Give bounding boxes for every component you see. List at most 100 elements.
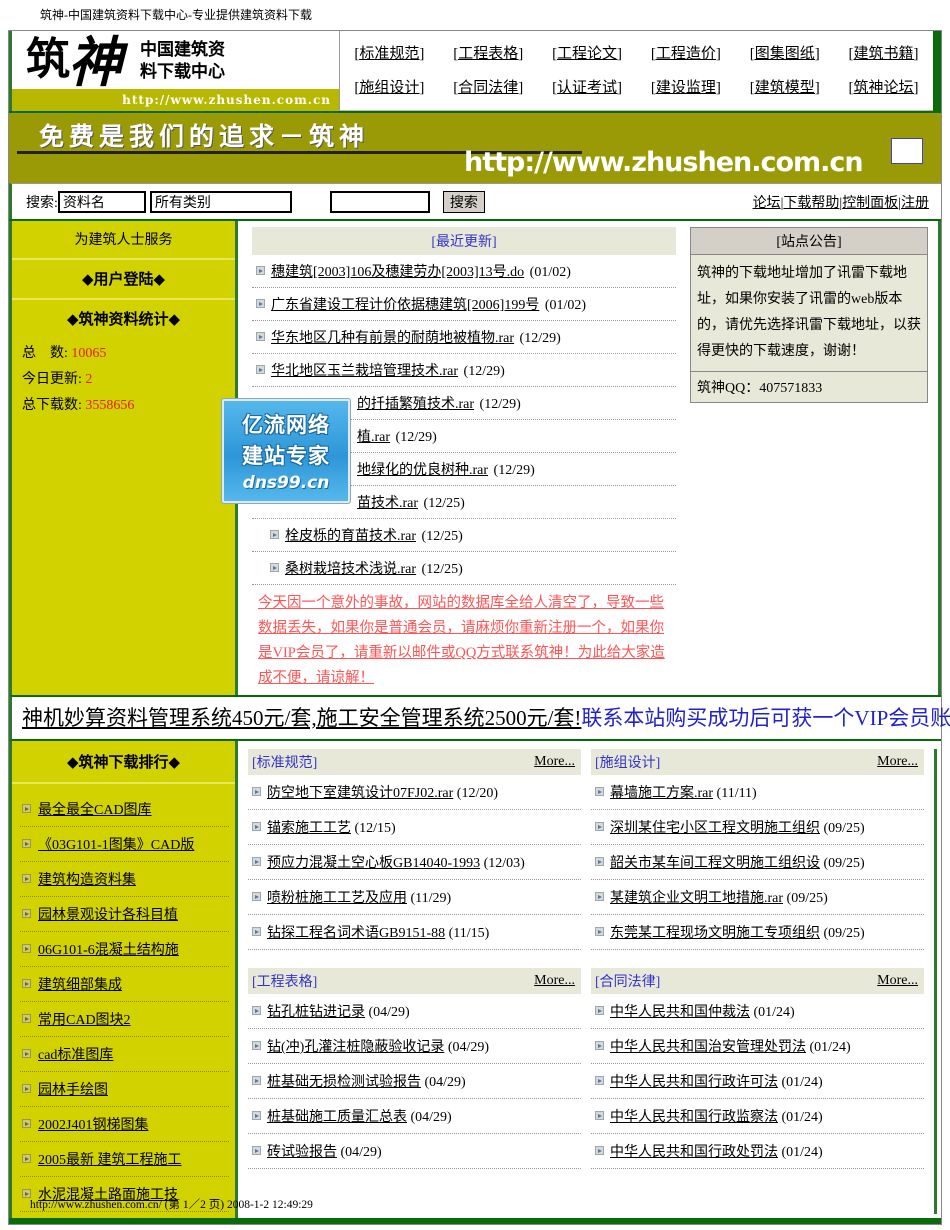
list-item[interactable]: 建筑细部集成	[20, 967, 229, 1002]
table-row[interactable]: 中华人民共和国行政监察法 (01/24)	[591, 1099, 924, 1134]
list-item[interactable]: 2002J401钢梯图集	[20, 1107, 229, 1142]
table-row[interactable]: 中华人民共和国仲裁法 (01/24)	[591, 994, 924, 1029]
nav-link-cost[interactable]: [工程造价]	[636, 42, 735, 63]
list-item[interactable]: 广东省建设工程计价依据穗建筑[2006]199号 (01/02)	[252, 288, 676, 321]
rank-item-link[interactable]: 园林手绘图	[38, 1083, 108, 1098]
floating-ad[interactable]: 亿流网络 建站专家 dns99.cn	[222, 399, 350, 503]
category-item-link[interactable]: 钻孔桩钻进记录	[267, 1005, 365, 1020]
category-item-link[interactable]: 砖试验报告	[267, 1145, 337, 1160]
search-category-input[interactable]	[150, 191, 292, 213]
nav-link-forms[interactable]: [工程表格]	[439, 42, 538, 63]
rank-item-link[interactable]: 06G101-6混凝土结构施	[38, 943, 179, 958]
category-item-link[interactable]: 深圳某住宅小区工程文明施工组织	[610, 821, 820, 836]
recent-item-link[interactable]: 穗建筑[2003]106及穗建劳办[2003]13号.do	[271, 265, 524, 280]
promo-vip-link[interactable]: 联系本站购买成功后可获一个VIP会员账号!	[581, 706, 950, 730]
link-register[interactable]: 注册	[901, 196, 929, 211]
category-item-link[interactable]: 中华人民共和国行政处罚法	[610, 1145, 778, 1160]
link-download-help[interactable]: 下载帮助	[783, 196, 839, 211]
table-row[interactable]: 砖试验报告 (04/29)	[248, 1134, 581, 1169]
category-name[interactable]: [施组设计]	[595, 752, 660, 772]
more-link[interactable]: More...	[877, 754, 918, 769]
more-link[interactable]: More...	[877, 973, 918, 988]
nav-link-papers[interactable]: [工程论文]	[538, 42, 637, 63]
list-item[interactable]: 最全最全CAD图库	[20, 792, 229, 827]
table-row[interactable]: 幕墙施工方案.rar (11/11)	[591, 775, 924, 810]
category-item-link[interactable]: 某建筑企业文明工地措施.rar	[610, 891, 783, 906]
promo-product-link[interactable]: 神机妙算资料管理系统450元/套,施工安全管理系统2500元/套!	[22, 706, 581, 730]
table-row[interactable]: 钻(冲)孔灌注桩隐蔽验收记录 (04/29)	[248, 1029, 581, 1064]
list-item[interactable]: cad标准图库	[20, 1037, 229, 1072]
list-item[interactable]: 06G101-6混凝土结构施	[20, 932, 229, 967]
list-item[interactable]: 常用CAD图块2	[20, 1002, 229, 1037]
category-more[interactable]: More...	[534, 973, 575, 989]
table-row[interactable]: 中华人民共和国治安管理处罚法 (01/24)	[591, 1029, 924, 1064]
list-item[interactable]: 建筑构造资料集	[20, 862, 229, 897]
category-name[interactable]: [标准规范]	[252, 752, 317, 772]
table-row[interactable]: 防空地下室建筑设计07FJ02.rar (12/20)	[248, 775, 581, 810]
promo-text[interactable]: 神机妙算资料管理系统450元/套,施工安全管理系统2500元/套!联系本站购买成…	[12, 702, 941, 732]
category-item-link[interactable]: 桩基础无损检测试验报告	[267, 1075, 421, 1090]
search-query-input[interactable]	[330, 191, 430, 213]
recent-item-link[interactable]: 华东地区几种有前景的耐荫地被植物.rar	[271, 331, 514, 346]
table-row[interactable]: 某建筑企业文明工地措施.rar (09/25)	[591, 880, 924, 915]
link-forum[interactable]: 论坛	[753, 196, 781, 211]
list-item[interactable]: 《03G101-1图集》CAD版	[20, 827, 229, 862]
nav-link-drawings[interactable]: [图集图纸]	[735, 42, 834, 63]
nav-link-standards[interactable]: [标准规范]	[340, 42, 439, 63]
recent-item-link[interactable]: 苗技术.rar	[357, 496, 418, 511]
recent-item-link[interactable]: 广东省建设工程计价依据穗建筑[2006]199号	[271, 298, 539, 313]
recent-item-link[interactable]: 华北地区玉兰栽培管理技术.rar	[271, 364, 458, 379]
list-item[interactable]: 园林手绘图	[20, 1072, 229, 1107]
nav-link-forum[interactable]: [筑神论坛]	[834, 76, 933, 97]
sidebar-login-title[interactable]: ◆用户登陆◆	[12, 260, 235, 300]
category-item-link[interactable]: 韶关市某车间工程文明施工组织设	[610, 856, 820, 871]
table-row[interactable]: 钻孔桩钻进记录 (04/29)	[248, 994, 581, 1029]
category-item-link[interactable]: 中华人民共和国行政许可法	[610, 1075, 778, 1090]
nav-link-construction-design[interactable]: [施组设计]	[340, 76, 439, 97]
search-name-input[interactable]	[58, 191, 146, 213]
nav-link-contract-law[interactable]: [合同法律]	[439, 76, 538, 97]
list-item[interactable]: 栓皮栎的育苗技术.rar (12/25)	[252, 519, 676, 552]
nav-link-certification-exam[interactable]: [认证考试]	[538, 76, 637, 97]
recent-item-link[interactable]: 栓皮栎的育苗技术.rar	[285, 529, 416, 544]
rank-item-link[interactable]: 建筑构造资料集	[38, 873, 136, 888]
category-item-link[interactable]: 钻探工程名词术语GB9151-88	[267, 926, 445, 941]
list-item[interactable]: 穗建筑[2003]106及穗建劳办[2003]13号.do (01/02)	[252, 255, 676, 288]
rank-item-link[interactable]: 最全最全CAD图库	[38, 803, 152, 818]
category-name[interactable]: [合同法律]	[595, 971, 660, 991]
list-item[interactable]: 华东地区几种有前景的耐荫地被植物.rar (12/29)	[252, 321, 676, 354]
table-row[interactable]: 喷粉桩施工工艺及应用 (11/29)	[248, 880, 581, 915]
category-item-link[interactable]: 中华人民共和国行政监察法	[610, 1110, 778, 1125]
recent-item-link[interactable]: 的扦插繁殖技术.rar	[357, 397, 474, 412]
category-item-link[interactable]: 东莞某工程现场文明施工专项组织	[610, 926, 820, 941]
table-row[interactable]: 预应力混凝土空心板GB14040-1993 (12/03)	[248, 845, 581, 880]
category-more[interactable]: More...	[877, 973, 918, 989]
recent-updates-link[interactable]: [最近更新]	[431, 235, 496, 250]
category-item-link[interactable]: 锚索施工工艺	[267, 821, 351, 836]
rank-item-link[interactable]: 园林景观设计各科目植	[38, 908, 178, 923]
category-item-link[interactable]: 中华人民共和国仲裁法	[610, 1005, 750, 1020]
site-logo[interactable]: 筑 神 中 国 建 筑 资 料 下 载 中 心 http://www.zhush…	[9, 31, 339, 111]
category-item-link[interactable]: 预应力混凝土空心板GB14040-1993	[267, 856, 480, 871]
rank-item-link[interactable]: cad标准图库	[38, 1048, 113, 1063]
category-item-link[interactable]: 喷粉桩施工工艺及应用	[267, 891, 407, 906]
category-more[interactable]: More...	[877, 754, 918, 770]
rank-item-link[interactable]: 常用CAD图块2	[38, 1013, 131, 1028]
recent-item-link[interactable]: 植.rar	[357, 430, 390, 445]
recent-item-link[interactable]: 桑树栽培技术浅说.rar	[285, 562, 416, 577]
table-row[interactable]: 深圳某住宅小区工程文明施工组织 (09/25)	[591, 810, 924, 845]
search-button[interactable]: 搜索	[443, 191, 485, 213]
category-item-link[interactable]: 桩基础施工质量汇总表	[267, 1110, 407, 1125]
table-row[interactable]: 中华人民共和国行政处罚法 (01/24)	[591, 1134, 924, 1169]
list-item[interactable]: 桑树栽培技术浅说.rar (12/25)	[252, 552, 676, 585]
site-notice-red[interactable]: 今天因一个意外的事故，网站的数据库全给人清空了，导致一些数据丢失，如果你是普通会…	[252, 589, 676, 691]
table-row[interactable]: 锚索施工工艺 (12/15)	[248, 810, 581, 845]
category-name[interactable]: [工程表格]	[252, 971, 317, 991]
rank-item-link[interactable]: 2002J401钢梯图集	[38, 1118, 148, 1133]
table-row[interactable]: 桩基础无损检测试验报告 (04/29)	[248, 1064, 581, 1099]
more-link[interactable]: More...	[534, 754, 575, 769]
list-item[interactable]: 2005最新 建筑工程施工	[20, 1142, 229, 1177]
list-item[interactable]: 园林景观设计各科目植	[20, 897, 229, 932]
table-row[interactable]: 钻探工程名词术语GB9151-88 (11/15)	[248, 915, 581, 950]
category-item-link[interactable]: 幕墙施工方案.rar	[610, 786, 713, 801]
